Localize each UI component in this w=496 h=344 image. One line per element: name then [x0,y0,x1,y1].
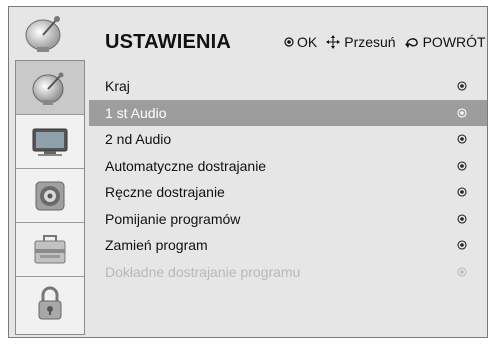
ok-radio-icon [457,187,467,197]
hint-back-label: POWRÓT [422,34,486,50]
category-sidebar [15,60,85,335]
speaker-icon [35,181,65,210]
sidebar-item-setup[interactable] [16,223,84,277]
toolbox-icon [34,234,66,263]
menu-item-program-swap[interactable]: Zamień program [89,232,487,259]
menu-item-manual-tuning[interactable]: Ręczne dostrajanie [89,179,487,206]
menu-item-label: Automatyczne dostrajanie [105,157,267,174]
satellite-dish-icon [25,16,61,52]
sidebar-item-channels[interactable] [16,61,84,115]
ok-radio-icon [457,81,467,91]
ok-radio-icon [457,240,467,250]
menu-item-first-audio[interactable]: 1 st Audio [89,99,487,126]
ok-radio-icon [457,107,467,118]
ok-radio-icon [457,134,467,144]
menu-item-label: Zamień program [105,237,208,253]
hint-ok-label: OK [297,34,318,50]
menu-item-label: Dokładne dostrajanie programu [105,263,301,280]
satellite-dish-icon [32,72,64,105]
ok-radio-icon [457,160,467,171]
arrow-keys-icon [326,35,341,49]
menu-item-label: 2 nd Audio [105,131,172,147]
back-icon [404,38,418,48]
menu-item-fine-tuning: Dokładne dostrajanie programu [89,259,487,286]
key-hints: OK Przesuń POWRÓT [284,34,486,50]
page-title: USTAWIENIA [105,31,232,53]
menu-item-program-skip[interactable]: Pomijanie programów [89,206,487,233]
padlock-icon [38,286,62,320]
menu-item-label: Pomijanie programów [105,210,241,227]
hint-move-label: Przesuń [344,34,396,50]
ok-radio-icon [457,213,467,224]
menu-item-country[interactable]: Kraj [89,73,487,100]
ok-radio-icon [457,266,467,277]
menu-item-label: Ręczne dostrajanie [105,184,225,200]
settings-screen: USTAWIENIA OK Przesuń POWRÓT Kraj 1 st A… [8,6,488,338]
sidebar-item-lock[interactable] [16,277,84,331]
sidebar-item-sound[interactable] [16,169,84,223]
menu-item-auto-tuning[interactable]: Automatyczne dostrajanie [89,153,487,180]
tv-monitor-icon [32,128,68,156]
menu-item-second-audio[interactable]: 2 nd Audio [89,126,487,153]
header: USTAWIENIA OK Przesuń POWRÓT [9,7,487,63]
ok-button-icon [284,37,294,47]
menu-item-label: 1 st Audio [105,104,167,121]
sidebar-item-picture[interactable] [16,115,84,169]
settings-menu: Kraj 1 st Audio 2 nd Audio Automatyczne … [89,73,487,285]
menu-item-label: Kraj [105,78,130,94]
